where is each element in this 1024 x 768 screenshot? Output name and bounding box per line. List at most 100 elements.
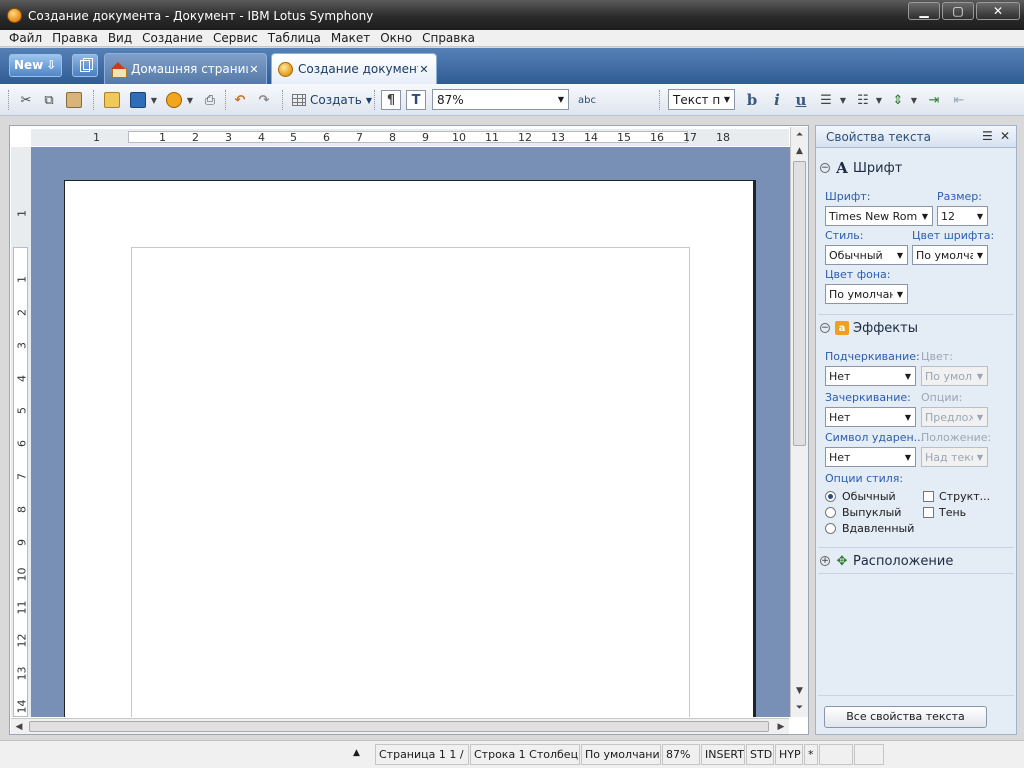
background-color-combo[interactable]: По умолчани ▼ [825,284,908,304]
status-style[interactable]: По умолчанию [581,744,661,765]
menu-create[interactable]: Создание [137,30,208,46]
font-name-combo[interactable]: Times New Roman ▼ [825,206,933,226]
underline-color-combo[interactable]: По умолч ▼ [921,366,988,386]
all-text-properties-button[interactable]: Все свойства текста [824,706,987,728]
chevron-down-icon: ▼ [365,95,372,105]
vertical-ruler[interactable]: 1 1 2 3 4 5 6 7 8 9 10 11 12 13 14 [11,147,31,717]
save-dropdown-icon[interactable]: ▼ [149,90,159,110]
style-label: Стиль: [825,229,864,242]
zoom-combo[interactable]: 87% ▼ [432,89,569,110]
menu-file[interactable]: Файл [4,30,47,46]
expand-icon[interactable]: + [820,556,830,566]
bold-button[interactable]: b [743,90,761,110]
emphasis-combo[interactable]: Нет ▼ [825,447,916,467]
horizontal-ruler[interactable]: 1 1 2 3 4 5 6 7 8 9 10 11 12 13 14 15 16… [31,129,789,146]
horizontal-scrollbar[interactable]: ◀ ▶ [11,718,789,734]
radio-icon [825,507,836,518]
vertical-scrollbar[interactable]: ⏶ ▲ ▼ ⏷ [790,127,808,717]
paste-icon[interactable] [64,90,84,110]
menu-view[interactable]: Вид [103,30,137,46]
pilcrow-icon[interactable]: ¶ [381,90,401,110]
redo-icon[interactable]: ↷ [255,90,273,110]
status-page[interactable]: Страница 1 1 / 1 [375,744,469,765]
status-selection-mode[interactable]: STD [746,744,774,765]
italic-button[interactable]: i [768,90,786,110]
page-switch-button[interactable] [72,54,98,77]
new-button[interactable]: New ⇩ [9,54,62,77]
cut-icon[interactable]: ✂ [17,90,35,110]
document-page[interactable] [64,180,756,717]
spellcheck-icon[interactable]: abc [576,90,598,110]
font-size-combo[interactable]: 12 ▼ [937,206,988,226]
underline-color-label: Цвет: [921,350,953,363]
print-icon[interactable]: ⎙ [199,90,221,110]
bullets-dropdown-icon[interactable]: ▼ [874,90,884,110]
spacing-dropdown-icon[interactable]: ▼ [909,90,919,110]
status-zoom[interactable]: 87% [662,744,700,765]
font-section-header[interactable]: − A Шрифт [818,158,1014,178]
bullets-icon[interactable]: ☷ [854,90,872,110]
radio-sunken[interactable]: Вдавленный [825,522,914,535]
create-table-button[interactable]: Создать ▼ [292,90,372,110]
scroll-prev-page-icon[interactable]: ⏶ [791,127,808,143]
layout-section-header[interactable]: + ✥ Расположение [818,551,1014,571]
menu-edit[interactable]: Правка [47,30,103,46]
scroll-up-icon[interactable]: ▲ [791,143,808,159]
align-icon[interactable]: ☰ [817,90,835,110]
effects-section-header[interactable]: − a Эффекты [818,318,1014,338]
emphasis-position-combo[interactable]: Над текс ▼ [921,447,988,467]
export-dropdown-icon[interactable]: ▼ [185,90,195,110]
tab-document[interactable]: Создание документа ✕ [271,53,437,84]
undo-icon[interactable]: ↶ [231,90,249,110]
menu-help[interactable]: Справка [417,30,480,46]
open-folder-icon[interactable] [102,90,122,110]
status-arrow-icon[interactable]: ▲ [350,744,370,765]
maximize-button[interactable]: ▢ [942,2,974,20]
collapse-icon[interactable]: − [820,323,830,333]
strike-options-combo[interactable]: Предлож ▼ [921,407,988,427]
horizontal-scroll-thumb[interactable] [29,721,769,732]
radio-raised[interactable]: Выпуклый [825,506,901,519]
scroll-next-page-icon[interactable]: ⏷ [791,700,808,716]
scroll-down-icon[interactable]: ▼ [791,683,808,699]
menu-window[interactable]: Окно [375,30,417,46]
close-button[interactable]: ✕ [976,2,1020,20]
indent-decrease-icon[interactable]: ⇤ [950,90,968,110]
menu-tools[interactable]: Сервис [208,30,263,46]
panel-menu-icon[interactable]: ☰ [982,129,993,143]
ruler-mark: 10 [452,131,466,144]
chevron-down-icon: ▼ [976,211,984,221]
collapse-icon[interactable]: − [820,163,830,173]
vertical-scroll-thumb[interactable] [793,161,806,446]
outline-checkbox[interactable]: Структ... [923,490,990,503]
align-dropdown-icon[interactable]: ▼ [838,90,848,110]
status-insert-mode[interactable]: INSERT [701,744,745,765]
tab-home[interactable]: Домашняя страница ✕ [104,53,267,84]
menu-table[interactable]: Таблица [263,30,326,46]
indent-increase-icon[interactable]: ⇥ [925,90,943,110]
line-spacing-icon[interactable]: ⇕ [889,90,907,110]
scroll-left-icon[interactable]: ◀ [11,719,27,735]
underline-combo[interactable]: Нет ▼ [825,366,916,386]
panel-close-icon[interactable]: ✕ [1000,129,1010,143]
tab-home-close-icon[interactable]: ✕ [248,63,260,76]
underline-button[interactable]: u [792,90,810,110]
export-icon[interactable] [164,90,184,110]
radio-normal[interactable]: Обычный [825,490,896,503]
paragraph-style-combo[interactable]: Текст по ▼ [668,89,735,110]
app-logo-icon[interactable] [7,8,22,23]
font-style-combo[interactable]: Обычный ▼ [825,245,908,265]
tab-document-close-icon[interactable]: ✕ [418,63,430,76]
status-hyphenation[interactable]: HYP [775,744,803,765]
minimize-button[interactable]: ▁ [908,2,940,20]
save-icon[interactable] [128,90,148,110]
text-frame-icon[interactable]: T [406,90,426,110]
radio-sunken-label: Вдавленный [842,522,915,535]
copy-icon[interactable]: ⧉ [40,90,58,110]
font-section-title: Шрифт [853,160,903,176]
strikethrough-combo[interactable]: Нет ▼ [825,407,916,427]
shadow-checkbox[interactable]: Тень [923,506,966,519]
menu-layout[interactable]: Макет [326,30,375,46]
font-color-combo[interactable]: По умолчан ▼ [912,245,988,265]
scroll-right-icon[interactable]: ▶ [773,719,789,735]
